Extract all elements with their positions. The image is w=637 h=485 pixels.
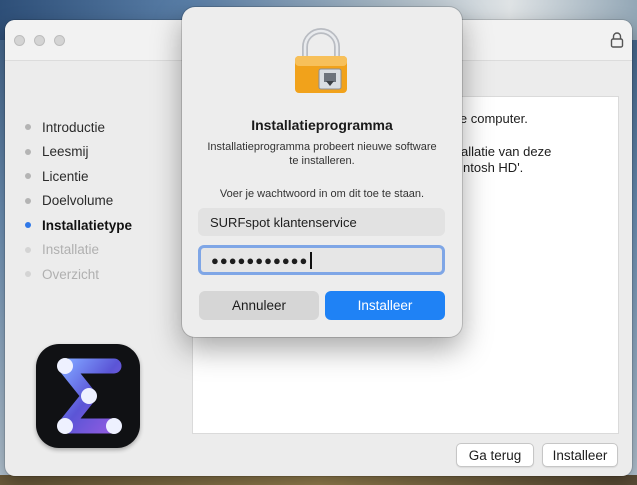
step-list: Introductie Leesmij Licentie Doelvolume … — [25, 115, 132, 287]
confirm-install-button[interactable]: Installeer — [325, 291, 445, 320]
step-label: Installatietype — [42, 217, 133, 233]
step-label: Introductie — [42, 119, 106, 135]
step-doelvolume: Doelvolume — [25, 189, 132, 214]
content-line: ntosh HD'. — [463, 160, 524, 175]
dialog-prompt: Voer je wachtwoord in om dit toe te staa… — [219, 188, 425, 200]
back-button[interactable]: Ga terug — [456, 443, 534, 467]
step-leesmij: Leesmij — [25, 140, 132, 165]
content-line: je computer. — [457, 111, 528, 126]
zoom-button[interactable] — [54, 35, 65, 46]
step-dot — [25, 197, 31, 204]
step-dot — [25, 124, 31, 131]
step-installatietype: Installatietype — [25, 213, 132, 238]
step-label: Doelvolume — [42, 193, 114, 209]
app-logo — [36, 344, 140, 448]
step-introductie: Introductie — [25, 115, 132, 140]
step-dot-current — [25, 222, 31, 229]
sigma-icon — [57, 358, 122, 434]
close-button[interactable] — [14, 35, 25, 46]
padlock-icon — [295, 28, 347, 93]
username-value: SURFspot klantenservice — [210, 214, 357, 230]
content-line: allatie van deze — [461, 144, 552, 159]
install-button[interactable]: Installeer — [542, 443, 618, 467]
dialog-title: Installatieprogramma — [251, 117, 393, 133]
step-dot — [25, 271, 31, 278]
cancel-button[interactable]: Annuleer — [199, 291, 319, 320]
step-label: Overzicht — [42, 266, 100, 282]
auth-dialog: Installatieprogramma Installatieprogramm… — [182, 7, 462, 337]
dialog-message: Installatieprogramma probeert nieuwe sof… — [207, 141, 437, 167]
step-dot — [25, 148, 31, 155]
lock-icon — [610, 32, 624, 48]
step-licentie: Licentie — [25, 164, 132, 189]
step-overzicht: Overzicht — [25, 262, 132, 287]
step-label: Installatie — [42, 242, 100, 258]
step-label: Leesmij — [42, 144, 89, 160]
password-field[interactable]: ●●●●●●●●●●● — [198, 245, 445, 275]
text-caret — [310, 251, 312, 269]
step-label: Licentie — [42, 168, 89, 184]
password-mask: ●●●●●●●●●●● — [211, 252, 309, 268]
step-dot — [25, 173, 31, 180]
username-field[interactable]: SURFspot klantenservice — [198, 208, 445, 236]
step-installatie: Installatie — [25, 238, 132, 263]
step-dot — [25, 246, 31, 253]
desktop-wallpaper-bottom — [0, 475, 637, 485]
minimize-button[interactable] — [34, 35, 45, 46]
